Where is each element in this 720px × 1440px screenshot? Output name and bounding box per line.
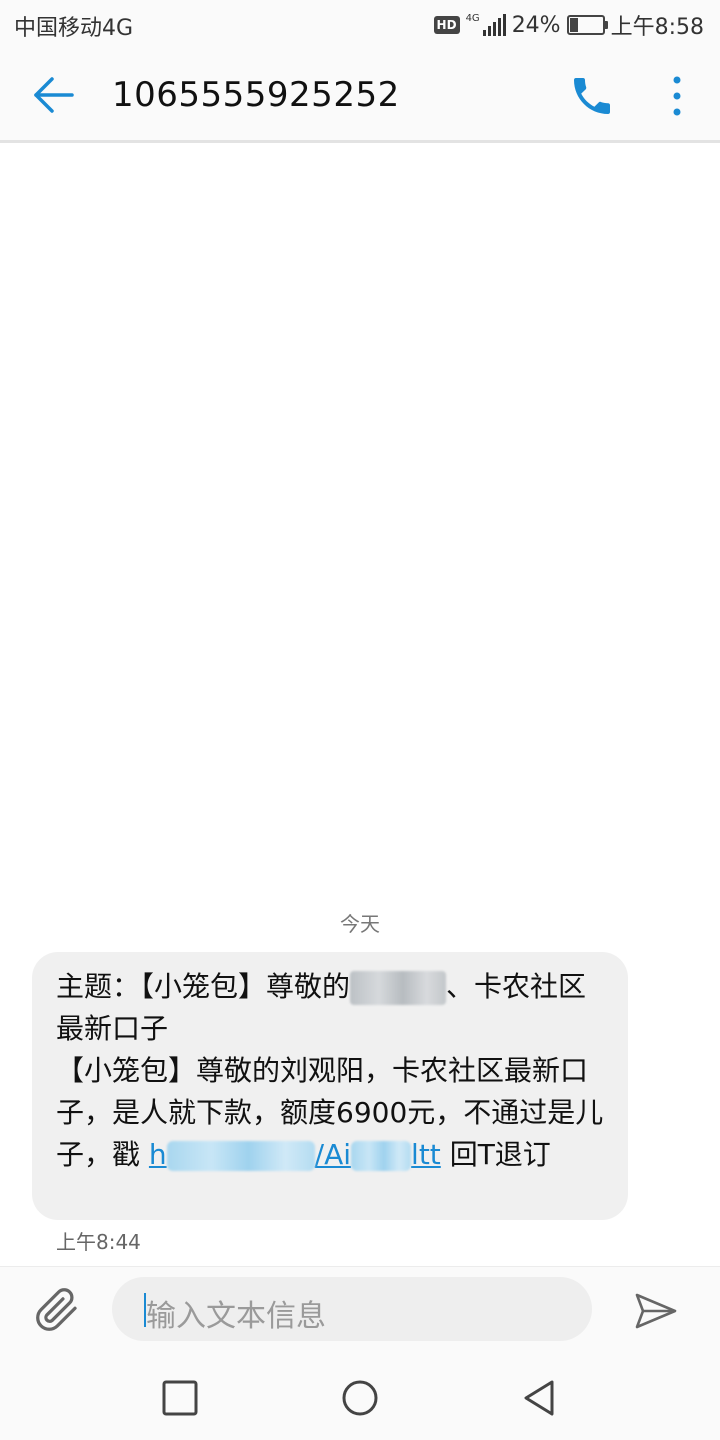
back-button[interactable] (26, 70, 76, 120)
arrow-left-icon (34, 77, 74, 113)
link-start: h (148, 1138, 167, 1171)
home-button[interactable] (338, 1376, 382, 1420)
date-divider: 今天 (340, 912, 380, 936)
composer-bar: 输入文本信息 (0, 1266, 720, 1357)
redacted-link (166, 1141, 315, 1171)
attach-button[interactable] (34, 1287, 80, 1333)
send-icon (635, 1293, 677, 1329)
message-link[interactable]: h/Ai ltt (149, 1138, 441, 1171)
paperclip-icon (36, 1288, 77, 1331)
message-bubble[interactable]: 主题：【小笼包】尊敬的 、卡农社区最新口子 【小笼包】尊敬的刘观阳，卡农社区最新口子… (32, 952, 628, 1220)
message-text: 主题：【小笼包】尊敬的 、卡农社区最新口子 【小笼包】尊敬的刘观阳，卡农社区最新口子… (56, 966, 612, 1176)
recents-button[interactable] (158, 1376, 202, 1420)
link-end: /Ai (314, 1138, 352, 1171)
send-button[interactable] (632, 1289, 680, 1333)
battery-icon (566, 15, 608, 35)
status-bar: 中国移动4G HD 4G 24% 上午8:58 (0, 0, 720, 50)
contact-number: 1065555925252 (112, 75, 400, 115)
conversation-header: 1065555925252 (0, 50, 720, 143)
redacted-link-part (351, 1141, 412, 1171)
message-input[interactable]: 输入文本信息 (112, 1277, 592, 1341)
nav-back-button[interactable] (518, 1376, 562, 1420)
redacted-name (350, 971, 447, 1005)
signal-icon: 4G (466, 14, 506, 36)
triangle-back-icon (524, 1380, 554, 1416)
system-nav-bar (0, 1356, 720, 1440)
carrier-label: 中国移动4G (14, 16, 134, 41)
clock: 上午8:58 (610, 15, 704, 40)
more-vert-icon (673, 76, 681, 116)
message-subject-prefix: 主题：【小笼包】尊敬的 (56, 970, 351, 1003)
circle-icon (342, 1380, 378, 1416)
phone-icon (574, 78, 610, 114)
input-placeholder: 输入文本信息 (146, 1299, 326, 1334)
link-tail: ltt (411, 1138, 441, 1171)
network-type-label: 4G (465, 13, 480, 24)
status-icons: HD 4G 24% 上午8:58 (433, 10, 704, 40)
square-icon (162, 1380, 198, 1416)
more-options-button[interactable] (660, 72, 694, 120)
battery-percent: 24% (511, 12, 561, 38)
unsubscribe-text: 回T退订 (449, 1138, 551, 1171)
call-button[interactable] (568, 72, 616, 120)
hd-icon: HD (433, 16, 460, 34)
message-timestamp: 上午8:44 (56, 1230, 141, 1254)
